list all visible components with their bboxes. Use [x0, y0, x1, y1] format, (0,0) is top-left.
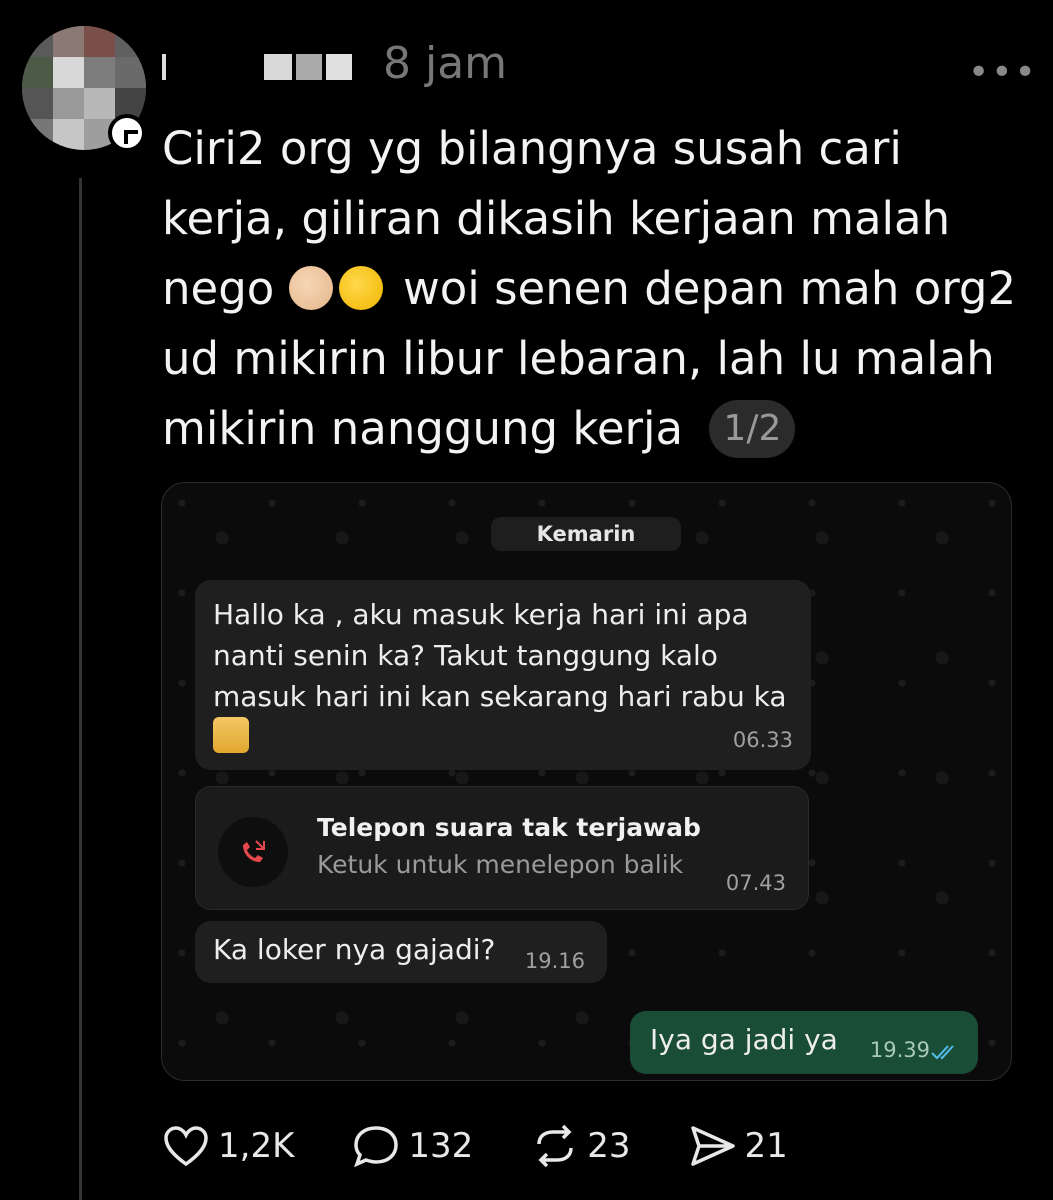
incoming-message: Ka loker nya gajadi? 19.16: [195, 921, 607, 983]
share-count: 21: [744, 1126, 788, 1166]
action-bar: 1,2K 132 23 21: [162, 1124, 846, 1168]
message-time: 07.43: [725, 871, 786, 895]
repost-icon: [537, 1124, 574, 1168]
more-horizontal-icon[interactable]: •••: [968, 52, 1038, 93]
comment-icon: [354, 1126, 399, 1168]
message-text: Iya ga jadi ya: [650, 1023, 838, 1056]
message-time: 19.16: [524, 949, 585, 973]
username-redacted[interactable]: [162, 54, 352, 80]
send-icon: [690, 1126, 735, 1166]
message-text: Hallo ka , aku masuk kerja hari ini apa …: [213, 594, 803, 758]
reply-button[interactable]: 132: [352, 1124, 473, 1168]
thread-line: [79, 178, 82, 1200]
missed-call-message: Telepon suara tak terjawab Ketuk untuk m…: [195, 786, 809, 910]
sweat-face-emoji-icon: [338, 266, 383, 310]
missed-call-icon: [218, 817, 288, 887]
outgoing-message: Iya ga jadi ya 19.39: [630, 1011, 978, 1074]
message-time: 06.33: [732, 728, 793, 752]
message-time: 19.39: [869, 1038, 930, 1062]
post-text: Ciri2 org yg bilangnya susah cari kerja,…: [162, 114, 1032, 464]
page-indicator: 1/2: [709, 400, 796, 458]
pointing-hand-emoji-icon: [288, 266, 333, 310]
share-button[interactable]: 21: [689, 1124, 788, 1168]
like-count: 1,2K: [218, 1126, 295, 1166]
repost-button[interactable]: 23: [531, 1124, 631, 1168]
incoming-message: Hallo ka , aku masuk kerja hari ini apa …: [195, 580, 811, 770]
follow-badge-icon[interactable]: [108, 114, 146, 152]
message-text: Ka loker nya gajadi?: [213, 933, 496, 966]
redaction-block: [162, 54, 352, 80]
post-time: 8 jam: [383, 38, 508, 89]
chat-screenshot[interactable]: Kemarin Hallo ka , aku masuk kerja hari …: [161, 482, 1012, 1081]
read-ticks-icon: [931, 1045, 954, 1060]
call-subtitle: Ketuk untuk menelepon balik: [317, 850, 684, 879]
date-chip: Kemarin: [491, 517, 681, 551]
like-button[interactable]: 1,2K: [162, 1124, 294, 1168]
reply-count: 132: [408, 1126, 474, 1166]
folded-hands-emoji-icon: [213, 717, 249, 753]
repost-count: 23: [587, 1126, 631, 1166]
heart-icon: [164, 1126, 208, 1167]
call-title: Telepon suara tak terjawab: [317, 813, 701, 842]
